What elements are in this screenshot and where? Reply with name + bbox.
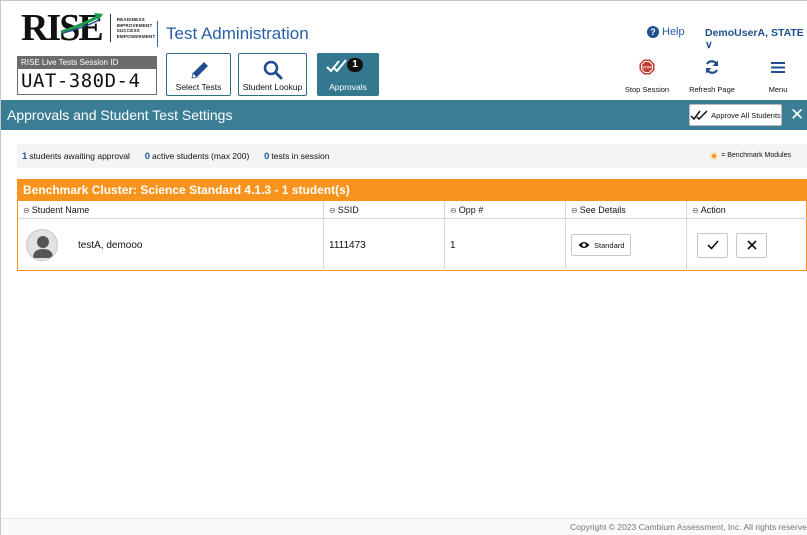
column-header-opp[interactable]: ⊖ Opp # <box>445 201 566 219</box>
app-title: Test Administration <box>157 21 309 47</box>
active-text: active students (max 200) <box>152 151 250 161</box>
avatar <box>26 229 58 261</box>
refresh-page-label: Refresh Page <box>689 85 735 94</box>
double-check-icon <box>326 59 347 73</box>
sort-icon: ⊖ <box>329 206 336 215</box>
tests-count: 0 <box>264 151 270 162</box>
menu-label: Menu <box>768 85 788 94</box>
deny-student-button[interactable] <box>736 232 767 258</box>
select-tests-button[interactable]: Select Tests <box>166 53 231 96</box>
student-lookup-label: Student Lookup <box>242 82 303 92</box>
stop-icon: STOP <box>639 59 655 75</box>
ssid-cell: 1111473 <box>324 219 445 271</box>
details-cell: Standard <box>566 219 687 271</box>
approvals-label: Approvals <box>329 82 367 92</box>
logo-tagline: READINESS IMPROVEMENT SUCCESS EMPOWERMEN… <box>116 17 156 39</box>
search-icon <box>263 60 283 80</box>
app-window: RISE READINESS IMPROVEMENT SUCCESS EMPOW… <box>0 0 807 535</box>
eye-icon <box>578 242 590 248</box>
help-icon: ? <box>647 26 659 38</box>
session-id: UAT-380D-4 <box>21 70 141 92</box>
see-details-button[interactable]: Standard <box>571 234 632 256</box>
sort-icon: ⊖ <box>450 206 457 215</box>
footer: Copyright © 2023 Cambium Assessment, Inc… <box>1 518 807 535</box>
approve-student-button[interactable] <box>697 232 728 258</box>
column-header-ssid[interactable]: ⊖ SSID <box>324 201 445 219</box>
sort-icon: ⊖ <box>23 206 30 215</box>
student-name-cell: testA, demooo <box>18 219 324 271</box>
approval-summary: 1 students awaiting approval 0 active stud… <box>17 144 807 168</box>
awaiting-count: 1 <box>22 151 28 162</box>
pencil-icon <box>191 62 208 79</box>
benchmark-cluster: Benchmark Cluster: Science Standard 4.1.… <box>17 179 807 271</box>
benchmark-dot-icon <box>710 152 719 160</box>
user-avatar-icon <box>33 236 53 258</box>
column-header-student-name[interactable]: ⊖ Student Name <box>18 201 324 219</box>
stop-session-button[interactable]: STOP Stop Session <box>622 59 672 94</box>
tests-text: tests in session <box>271 151 330 161</box>
active-count: 0 <box>144 151 150 162</box>
details-label: Standard <box>594 240 625 250</box>
close-icon <box>746 240 757 250</box>
menu-button[interactable]: Menu <box>753 59 803 94</box>
cluster-title: Benchmark Cluster: Science Standard 4.1.… <box>18 180 806 201</box>
approve-all-button[interactable]: Approve All Students <box>689 104 782 126</box>
logo-divider <box>109 14 111 42</box>
header: RISE READINESS IMPROVEMENT SUCCESS EMPOW… <box>1 1 807 101</box>
session-id-box: RISE Live Tests Session ID UAT-380D-4 <box>17 56 157 95</box>
copyright-text: Copyright © 2023 Cambium Assessment, Inc… <box>570 522 807 532</box>
sort-icon: ⊖ <box>571 206 578 215</box>
panel-title: Approvals and Student Test Settings <box>7 107 233 123</box>
opp-cell: 1 <box>445 219 566 271</box>
column-header-action[interactable]: ⊖ Action <box>687 201 807 219</box>
approvals-button[interactable]: 1 Approvals <box>317 53 379 96</box>
approvals-badge: 1 <box>347 58 363 72</box>
user-menu[interactable]: DemoUserA, STATE ∨ <box>705 27 807 51</box>
session-label: RISE Live Tests Session ID <box>18 57 156 69</box>
student-lookup-button[interactable]: Student Lookup <box>238 53 307 96</box>
sort-icon: ⊖ <box>692 206 699 215</box>
hamburger-icon <box>771 62 785 73</box>
checkmark-icon <box>706 240 719 250</box>
select-tests-label: Select Tests <box>175 82 222 92</box>
help-link[interactable]: ? Help <box>647 26 685 38</box>
refresh-page-button[interactable]: Refresh Page <box>687 59 737 94</box>
approvals-panel-header: Approvals and Student Test Settings Appr… <box>1 100 807 130</box>
stop-session-label: Stop Session <box>624 85 670 94</box>
help-label: Help <box>662 26 685 38</box>
student-name: testA, demooo <box>78 239 143 251</box>
close-panel-button[interactable]: ✕ <box>790 105 804 125</box>
double-check-icon <box>690 110 708 120</box>
rise-logo: RISE READINESS IMPROVEMENT SUCCESS EMPOW… <box>21 9 156 47</box>
benchmark-legend: = Benchmark Modules <box>710 144 791 168</box>
logo-swoosh-icon <box>60 13 103 34</box>
refresh-icon <box>705 60 719 74</box>
approve-all-label: Approve All Students <box>711 110 781 120</box>
awaiting-text: students awaiting approval <box>29 151 130 161</box>
legend-text: = Benchmark Modules <box>721 152 791 159</box>
column-header-see-details[interactable]: ⊖ See Details <box>566 201 687 219</box>
action-cell <box>687 219 807 271</box>
svg-text:STOP: STOP <box>642 66 652 70</box>
